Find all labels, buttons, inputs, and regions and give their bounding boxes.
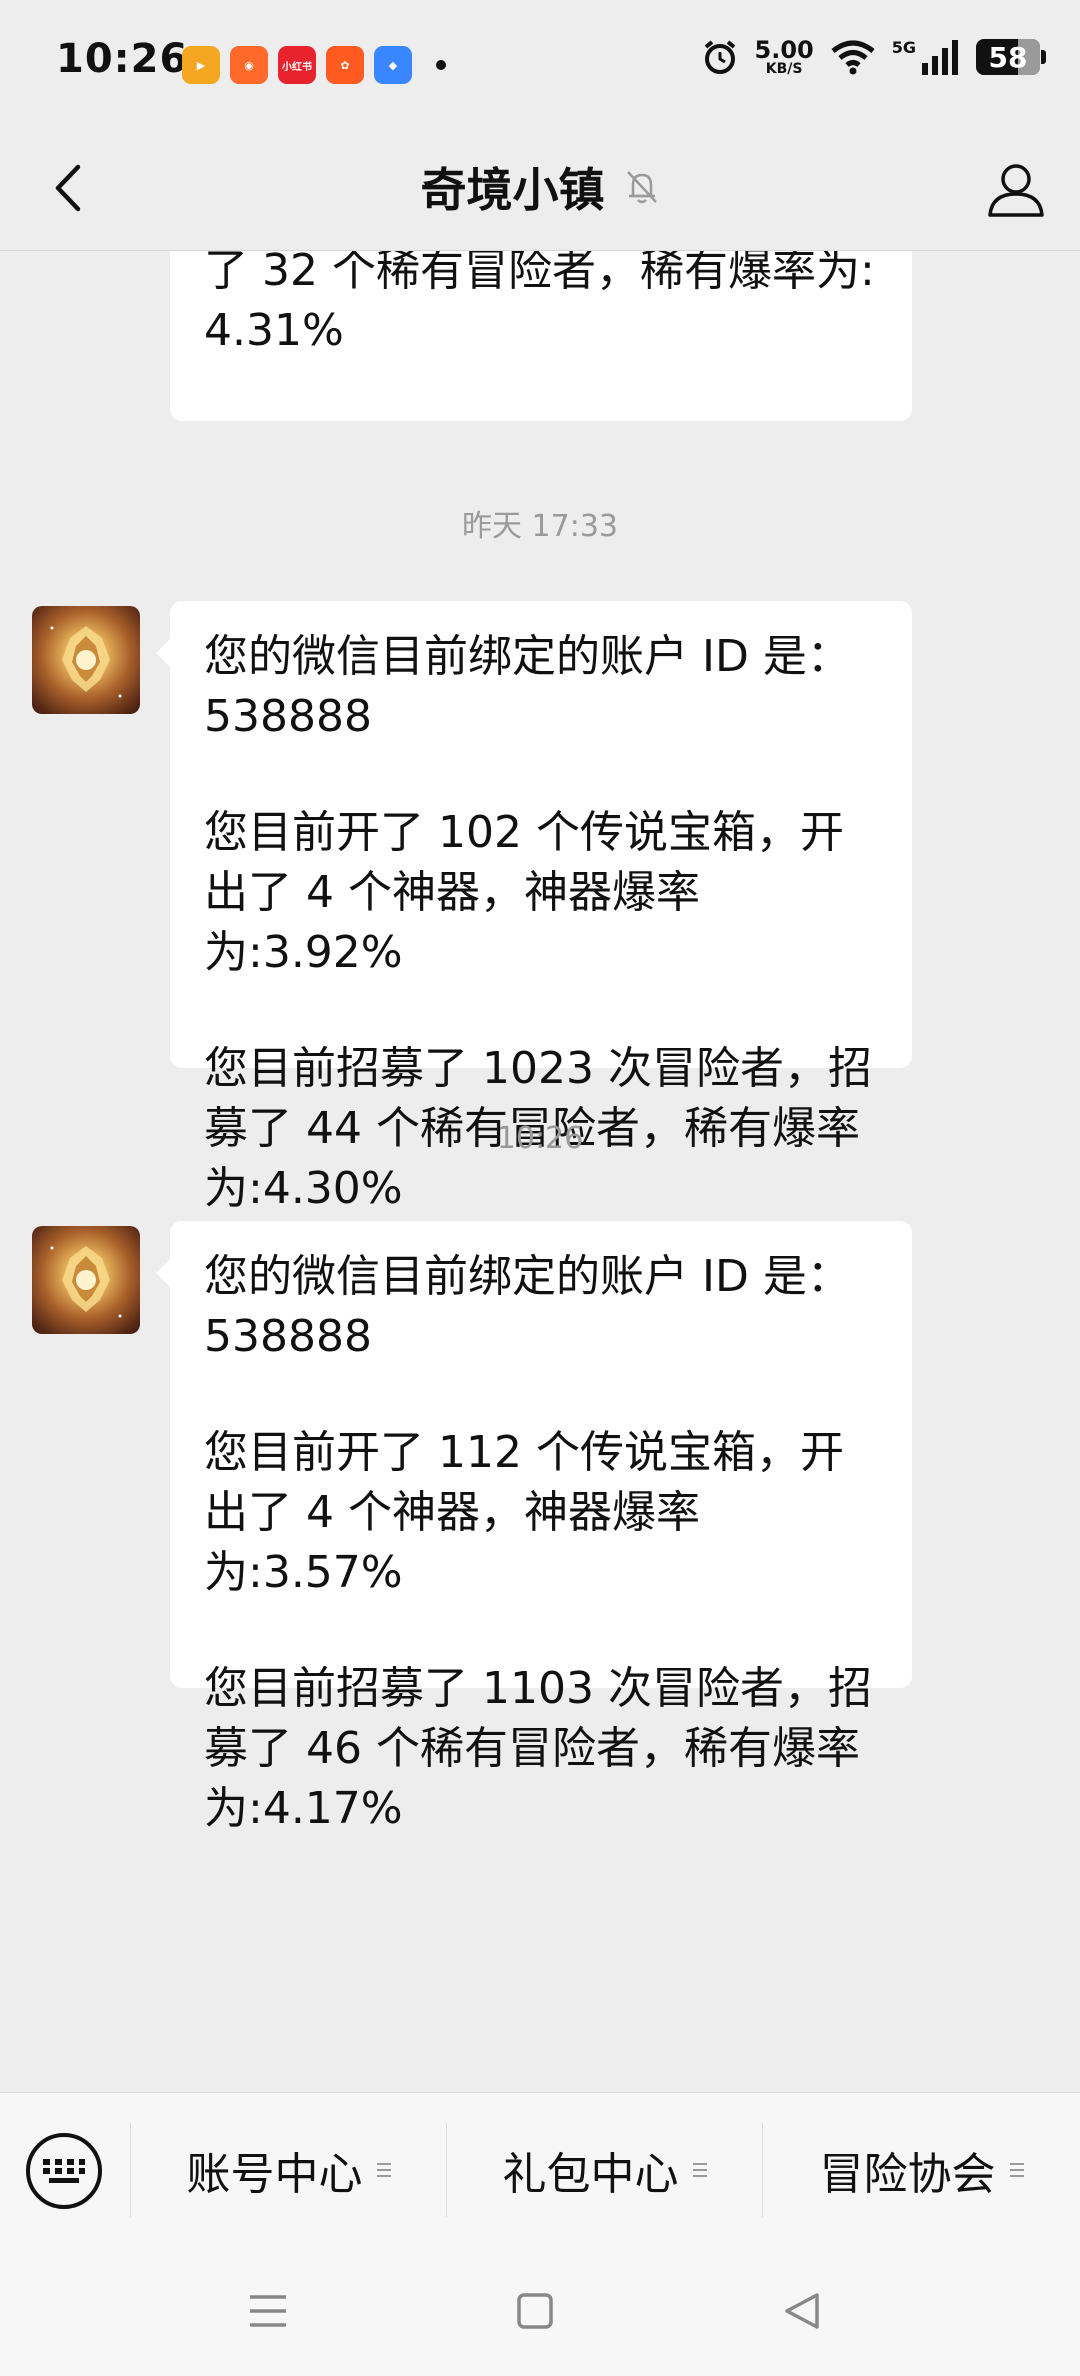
message-bubble[interactable]: 您的微信目前绑定的账户 ID 是：538888 您目前开了 112 个传说宝箱，… bbox=[156, 1221, 912, 1834]
submenu-icon bbox=[692, 2163, 707, 2177]
recent-apps-button[interactable] bbox=[233, 2276, 303, 2346]
status-indicators: 5.00 KB/S 5G 58 bbox=[701, 36, 1046, 77]
signal-icon bbox=[922, 40, 958, 75]
chat-messages[interactable]: 了 32 个稀有冒险者，稀有爆率为: 4.31% 昨天 17:33 您的微信目前… bbox=[0, 251, 1080, 2091]
kuaishou-icon: ✿ bbox=[326, 46, 364, 84]
chat-header: 奇境小镇 bbox=[0, 126, 1080, 251]
person-icon bbox=[988, 164, 1044, 217]
more-notifications-dot bbox=[436, 60, 446, 70]
menu-adventure-guild[interactable]: 冒险协会 bbox=[763, 2093, 1080, 2247]
home-button[interactable] bbox=[500, 2276, 570, 2346]
chat-title-area: 奇境小镇 bbox=[0, 154, 1080, 220]
battery-indicator: 58 bbox=[976, 39, 1046, 75]
chest-stats-text: 您目前开了 102 个传说宝箱，开出了 4 个神器，神器爆率为:3.92% bbox=[204, 807, 844, 978]
chest-stats-text: 您目前开了 112 个传说宝箱，开出了 4 个神器，神器爆率为:3.57% bbox=[204, 1427, 844, 1598]
lion-crest-icon bbox=[50, 1246, 122, 1318]
wifi-icon bbox=[831, 40, 875, 75]
back-triangle-icon bbox=[785, 2293, 819, 2329]
message-timestamp: 昨天 17:33 bbox=[462, 509, 618, 544]
recruit-stats-text: 您目前招募了 1103 次冒险者，招募了 46 个稀有冒险者，稀有爆率为:4.1… bbox=[204, 1663, 872, 1834]
mute-bell-icon bbox=[626, 171, 657, 204]
network-type: 5G bbox=[891, 37, 916, 57]
xiaohongshu-icon: 小红书 bbox=[278, 46, 316, 84]
keyboard-icon bbox=[43, 2159, 85, 2183]
lion-crest-icon bbox=[50, 626, 122, 698]
menu-label: 账号中心 bbox=[186, 2149, 363, 2200]
blue-app-icon: ◆ bbox=[374, 46, 412, 84]
message-text: 了 32 个稀有冒险者，稀有爆率为: 4.31% bbox=[204, 251, 875, 356]
menu-gift-center[interactable]: 礼包中心 bbox=[447, 2093, 762, 2247]
official-account-avatar[interactable] bbox=[32, 1226, 140, 1334]
home-square-icon bbox=[517, 2293, 553, 2329]
chat-title: 奇境小镇 bbox=[420, 163, 605, 217]
system-back-button[interactable] bbox=[767, 2276, 837, 2346]
menu-label: 冒险协会 bbox=[819, 2149, 996, 2200]
message-bubble-partial[interactable]: 了 32 个稀有冒险者，稀有爆率为: 4.31% bbox=[170, 251, 912, 421]
status-time: 10:26 bbox=[56, 36, 189, 82]
official-account-menu: 账号中心 礼包中心 冒险协会 bbox=[0, 2092, 1080, 2247]
alarm-icon bbox=[704, 40, 735, 74]
profile-button[interactable] bbox=[980, 154, 1052, 226]
system-nav-bar bbox=[0, 2246, 1080, 2376]
account-id-text: 您的微信目前绑定的账户 ID 是：538888 bbox=[204, 1251, 851, 1362]
submenu-icon bbox=[376, 2163, 391, 2177]
message-bubble[interactable]: 您的微信目前绑定的账户 ID 是：538888 您目前开了 102 个传说宝箱，… bbox=[156, 601, 912, 1214]
video-app-icon: ▶ bbox=[182, 46, 220, 84]
shopping-app-icon: ◉ bbox=[230, 46, 268, 84]
status-bar: 10:26 ▶ ◉ 小红书 ✿ ◆ 5.00 KB/S 5G 58 bbox=[0, 0, 1080, 126]
net-speed: 5.00 KB/S bbox=[754, 36, 814, 77]
account-id-text: 您的微信目前绑定的账户 ID 是：538888 bbox=[204, 631, 851, 742]
menu-lines-icon bbox=[250, 2295, 286, 2327]
official-account-avatar[interactable] bbox=[32, 606, 140, 714]
notification-icons: ▶ ◉ 小红书 ✿ ◆ bbox=[182, 46, 446, 84]
submenu-icon bbox=[1009, 2163, 1024, 2177]
keyboard-toggle-button[interactable] bbox=[26, 2133, 102, 2209]
menu-account-center[interactable]: 账号中心 bbox=[131, 2093, 446, 2247]
message-timestamp: 10:26 bbox=[496, 1121, 584, 1156]
menu-label: 礼包中心 bbox=[502, 2149, 679, 2200]
